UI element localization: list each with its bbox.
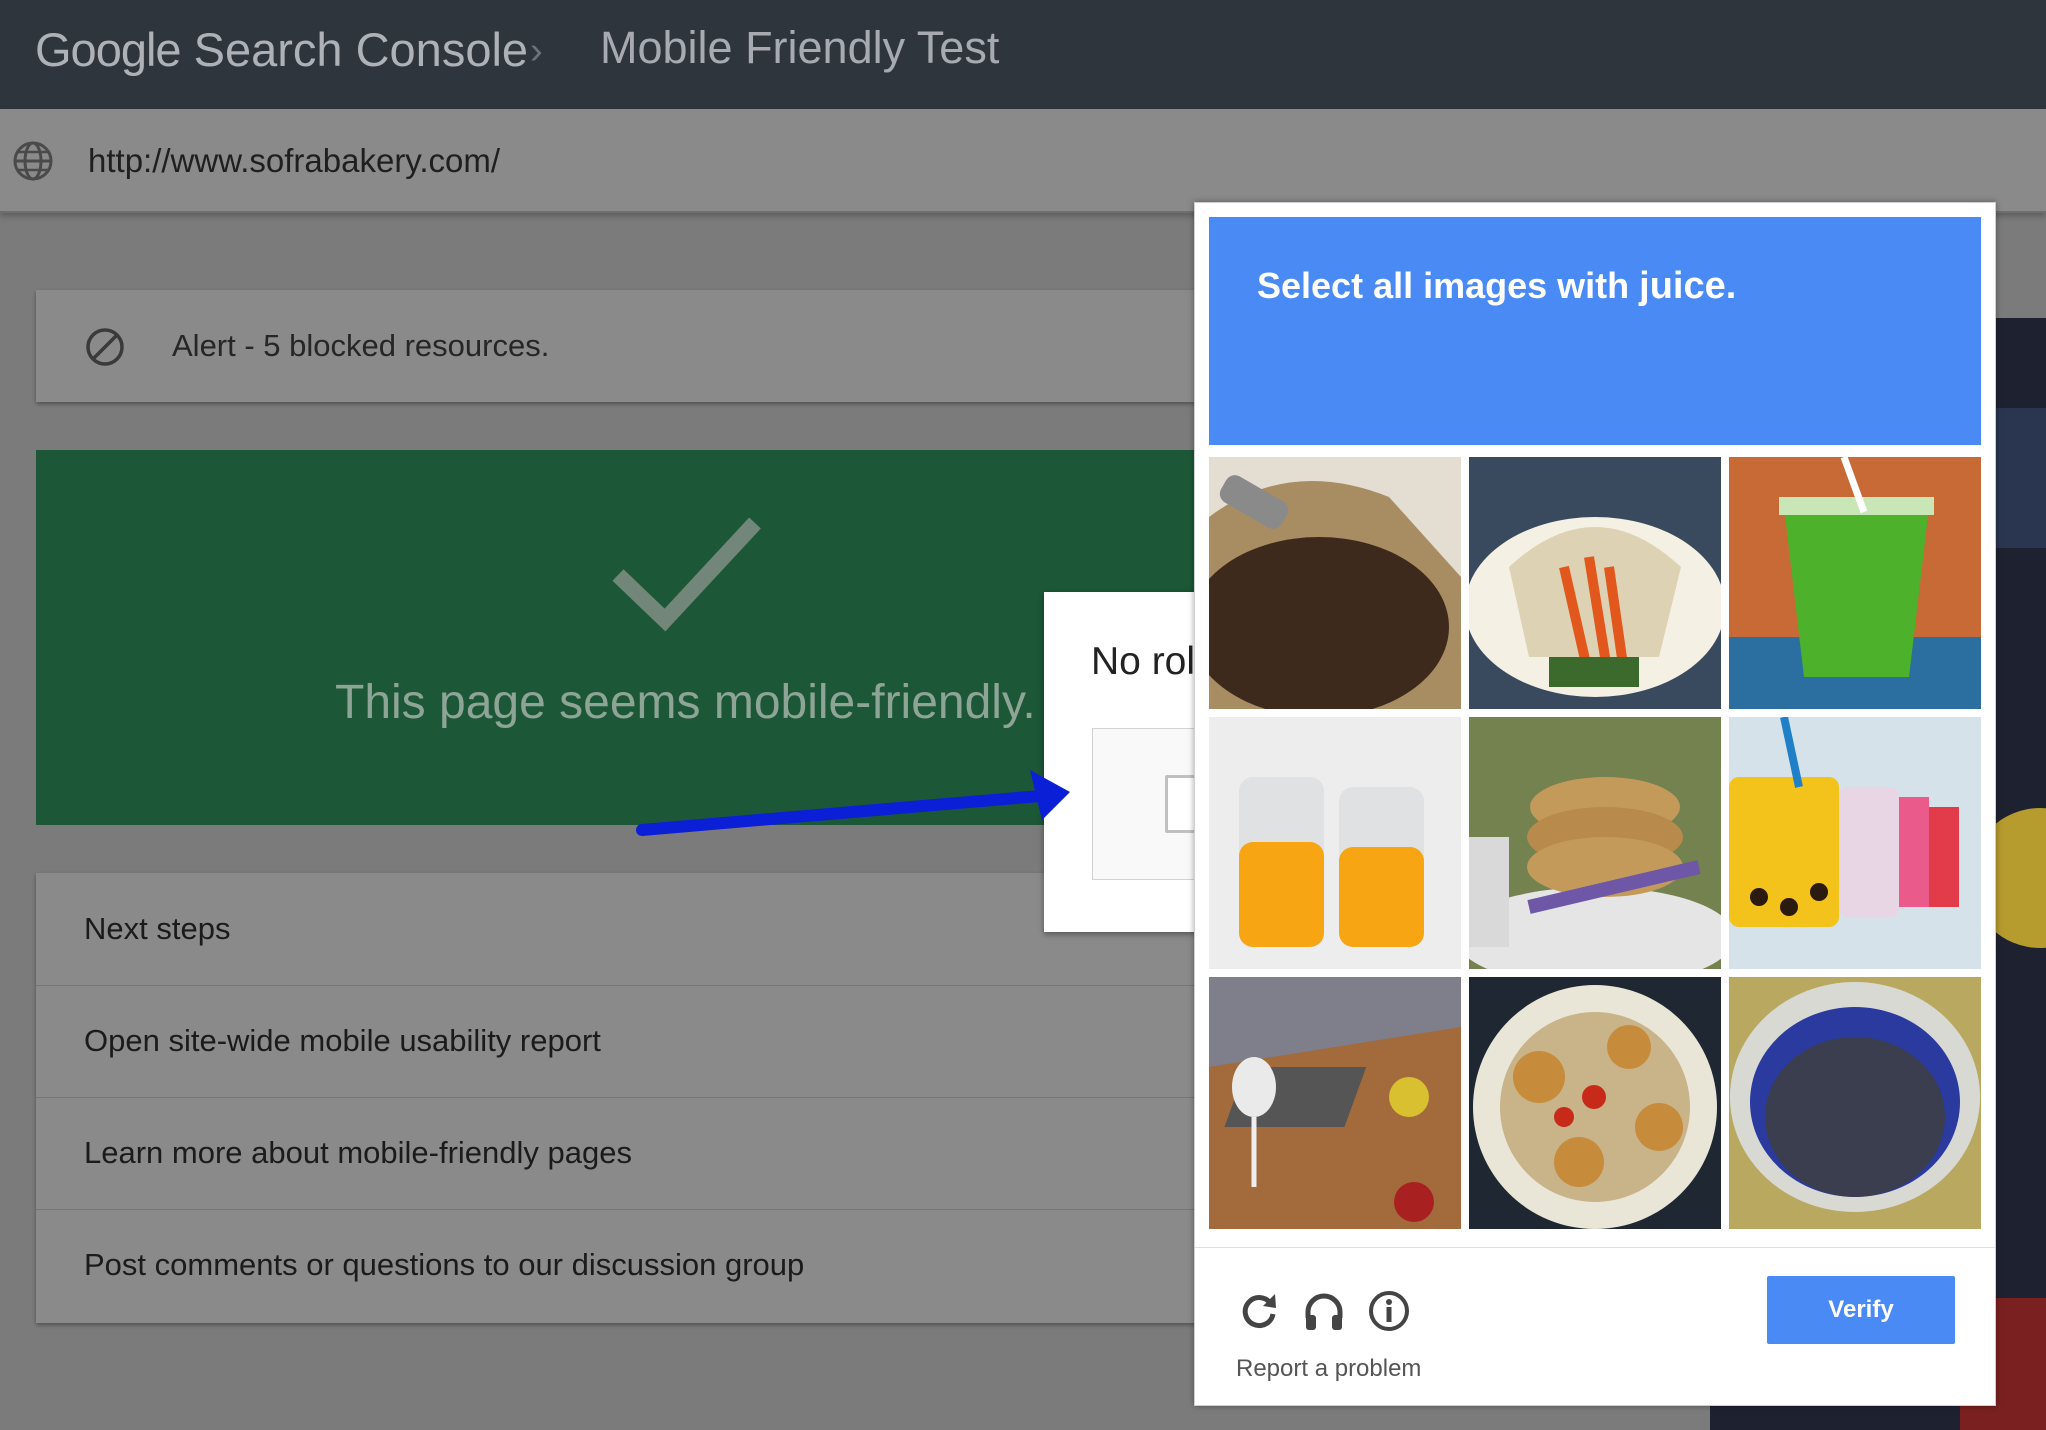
info-icon[interactable]: [1366, 1288, 1412, 1334]
report-problem-link[interactable]: Report a problem: [1236, 1355, 1421, 1383]
globe-icon: [13, 141, 53, 181]
step-label: Learn more about mobile-friendly pages: [84, 1135, 632, 1170]
next-steps-heading: Next steps: [84, 911, 231, 946]
instruction-text: Select all images with: [1257, 265, 1640, 306]
step-label: Open site-wide mobile usability report: [84, 1023, 601, 1058]
image-tile-5[interactable]: [1469, 717, 1721, 969]
image-tile-3[interactable]: [1729, 457, 1981, 709]
breadcrumb-separator: ›: [530, 30, 543, 72]
blocked-icon: [86, 328, 124, 366]
step-label: Post comments or questions to our discus…: [84, 1247, 805, 1282]
step-link-usability-report[interactable]: Open site-wide mobile usability report: [36, 985, 1236, 1098]
image-tile-2[interactable]: [1469, 457, 1721, 709]
image-tile-7[interactable]: [1209, 977, 1461, 1229]
arrow-annotation: [636, 770, 1070, 836]
challenge-header: Select all images with juice.: [1209, 217, 1981, 445]
next-steps-card: Next steps Open site-wide mobile usabili…: [36, 873, 1236, 1323]
step-link-discussion-group[interactable]: Post comments or questions to our discus…: [36, 1209, 1236, 1321]
result-text: This page seems mobile-friendly.: [335, 676, 1036, 729]
recaptcha-label: No rol: [1091, 640, 1196, 683]
url-text[interactable]: http://www.sofrabakery.com/: [88, 142, 500, 180]
reload-icon[interactable]: [1236, 1288, 1282, 1334]
image-tile-8[interactable]: [1469, 977, 1721, 1229]
challenge-instruction: Select all images with juice.: [1257, 265, 1736, 308]
headphones-icon[interactable]: [1301, 1288, 1347, 1334]
brand-product: Search Console: [193, 23, 529, 76]
url-bar: http://www.sofrabakery.com/: [0, 109, 2046, 213]
page-title: Mobile Friendly Test: [600, 22, 1000, 73]
top-bar: Google Search Console › Mobile Friendly …: [0, 0, 2046, 109]
image-tile-9[interactable]: [1729, 977, 1981, 1229]
verify-button[interactable]: Verify: [1767, 1276, 1955, 1344]
alert-card[interactable]: Alert - 5 blocked resources.: [36, 290, 1236, 402]
instruction-target: juice.: [1639, 265, 1737, 307]
footer-divider: [1195, 1247, 1995, 1248]
image-tile-1[interactable]: [1209, 457, 1461, 709]
image-tile-4[interactable]: [1209, 717, 1461, 969]
recaptcha-challenge-popup: Select all images with juice. Report a p…: [1194, 202, 1996, 1406]
checkmark-icon: [612, 517, 761, 632]
alert-text: Alert - 5 blocked resources.: [172, 328, 550, 363]
image-tile-6[interactable]: [1729, 717, 1981, 969]
brand-google: Google: [35, 23, 182, 76]
step-link-learn-more[interactable]: Learn more about mobile-friendly pages: [36, 1097, 1236, 1210]
search-console-logo[interactable]: Google Search Console: [35, 22, 528, 77]
image-grid: [1209, 457, 1981, 1233]
